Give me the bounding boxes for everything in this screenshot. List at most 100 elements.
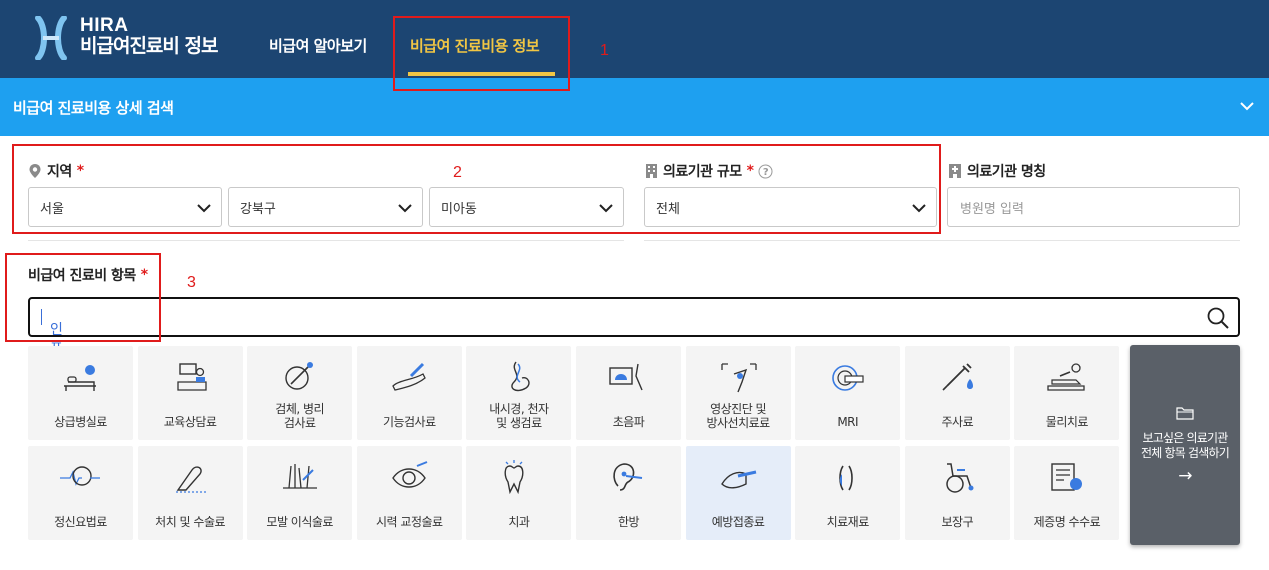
- category-label-line: 모발 이식술료: [266, 515, 333, 529]
- annotation-number-1: 1: [600, 42, 609, 59]
- certificate-icon: [1051, 463, 1083, 491]
- category-label: 처치 및 수술료: [138, 515, 243, 529]
- tooth-icon: [504, 460, 524, 494]
- category-tile[interactable]: 치과: [466, 446, 572, 540]
- ultrasound-icon: [609, 363, 643, 391]
- category-label-line: MRI: [837, 415, 859, 429]
- category-label-line: 처치 및 수술료: [155, 515, 226, 529]
- facility-name-label: 의료기관 명칭: [948, 161, 1046, 181]
- category-tile[interactable]: 예방접종료: [685, 446, 791, 540]
- category-label: 교육상담료: [138, 415, 243, 429]
- facility-name-label-text: 의료기관 명칭: [967, 164, 1046, 180]
- vaccine-icon: [720, 470, 756, 489]
- category-tile[interactable]: 상급병실료: [28, 346, 133, 440]
- category-label-line: 초음파: [612, 415, 645, 429]
- category-label: 보장구: [905, 515, 1010, 529]
- category-label-line: 검사료: [283, 416, 316, 430]
- wheelchair-icon: [946, 463, 974, 493]
- category-label: 영상진단 및 방사선치료료: [686, 402, 791, 430]
- category-label-line: 내시경, 천자: [489, 402, 549, 416]
- category-tile[interactable]: 내시경, 천자 및 생검료: [466, 346, 572, 440]
- function-test-icon: [392, 362, 426, 391]
- specimen-test-icon: [285, 362, 314, 390]
- category-label: 주사료: [905, 415, 1010, 429]
- category-tile[interactable]: MRI: [795, 346, 901, 440]
- category-label-line: 제증명 수수료: [1033, 515, 1101, 529]
- search-all-line1: 보고싶은 의료기관: [1142, 431, 1229, 445]
- facility-name-input[interactable]: 병원명 입력: [947, 187, 1240, 227]
- category-tile[interactable]: 기능검사료: [356, 346, 462, 440]
- category-tile[interactable]: 주사료: [904, 346, 1010, 440]
- category-tile[interactable]: 한방: [576, 446, 681, 540]
- hira-logo-icon[interactable]: [34, 16, 68, 60]
- category-label-line: 예방접종료: [711, 515, 765, 529]
- category-tile[interactable]: 시력 교정술료: [356, 446, 462, 540]
- category-label: 정신요법료: [28, 515, 133, 529]
- category-label: 초음파: [576, 415, 681, 429]
- category-label-line: 검체, 병리: [275, 402, 325, 416]
- nav-noncovered-info[interactable]: 비급여 알아보기: [269, 35, 367, 56]
- annotation-number-3: 3: [187, 274, 196, 291]
- category-label-line: 한방: [617, 515, 640, 529]
- category-label-line: 치료재료: [826, 515, 870, 529]
- top-header: HIRA 비급여진료비 정보 비급여 알아보기 비급여 진료비용 정보: [0, 0, 1269, 78]
- folder-icon: [1176, 407, 1194, 420]
- category-label: 시력 교정술료: [357, 515, 462, 529]
- category-label-line: 보장구: [941, 515, 974, 529]
- detail-search-bar[interactable]: 비급여 진료비용 상세 검색: [0, 78, 1269, 136]
- category-label: 치과: [466, 515, 571, 529]
- brain-therapy-icon: [60, 466, 100, 486]
- divider: [28, 240, 624, 241]
- category-tile[interactable]: 초음파: [576, 346, 681, 440]
- category-label: 한방: [576, 515, 681, 529]
- annotation-box-2: [12, 144, 941, 234]
- category-label-line: 방사선치료료: [706, 416, 770, 430]
- category-label-line: 교육상담료: [163, 415, 217, 429]
- acupuncture-ear-icon: [613, 463, 643, 491]
- category-label: 상급병실료: [28, 415, 133, 429]
- hospital-icon: [949, 164, 961, 178]
- category-label: 제증명 수수료: [1014, 515, 1119, 529]
- annotation-number-2: 2: [453, 164, 462, 181]
- search-icon[interactable]: [1206, 306, 1230, 330]
- site-logo[interactable]: HIRA 비급여진료비 정보: [80, 15, 218, 57]
- counseling-icon: [176, 363, 207, 391]
- search-all-items-button[interactable]: 보고싶은 의료기관 전체 항목 검색하기 →: [1130, 345, 1240, 545]
- logo-subtitle: 비급여진료비 정보: [80, 35, 218, 57]
- category-tile[interactable]: 정신요법료: [28, 446, 133, 540]
- item-search-input[interactable]: 인플루엔자: [28, 297, 1240, 418]
- physical-therapy-icon: [1047, 363, 1086, 391]
- mri-icon: [832, 365, 864, 391]
- category-tile[interactable]: 처치 및 수술료: [137, 446, 243, 540]
- category-label-line: 상급병실료: [54, 415, 107, 429]
- chevron-down-icon[interactable]: [1239, 98, 1255, 114]
- category-tile[interactable]: 모발 이식술료: [247, 446, 353, 540]
- category-tile[interactable]: 보장구: [904, 446, 1010, 540]
- annotation-box-3: [5, 253, 161, 342]
- category-label: 물리치료: [1014, 415, 1119, 429]
- category-label-line: 영상진단 및: [710, 402, 767, 416]
- category-label: 기능검사료: [357, 415, 462, 429]
- category-tile[interactable]: 영상진단 및 방사선치료료: [685, 346, 791, 440]
- category-label-line: 물리치료: [1045, 415, 1089, 429]
- divider: [644, 240, 1240, 241]
- search-all-line2: 전체 항목 검색하기: [1141, 446, 1230, 460]
- radiology-icon: [720, 363, 757, 393]
- category-label: 모발 이식술료: [247, 515, 352, 529]
- logo-name: HIRA: [80, 15, 129, 36]
- category-tile[interactable]: 물리치료: [1014, 346, 1120, 440]
- hair-transplant-icon: [283, 464, 318, 489]
- hospital-bed-icon: [64, 365, 96, 391]
- category-label: 치료재료: [795, 515, 900, 529]
- category-label-line: 시력 교정술료: [376, 515, 443, 529]
- category-label-line: 기능검사료: [382, 415, 436, 429]
- category-label: 검체, 병리 검사료: [247, 402, 352, 430]
- endoscope-icon: [511, 361, 531, 392]
- category-tile[interactable]: 치료재료: [795, 446, 901, 540]
- category-tile[interactable]: 제증명 수수료: [1014, 446, 1120, 540]
- category-tile[interactable]: 검체, 병리 검사료: [247, 346, 353, 440]
- eye-icon: [391, 461, 428, 488]
- search-all-label: 보고싶은 의료기관 전체 항목 검색하기 →: [1130, 431, 1240, 485]
- category-label: MRI: [795, 415, 900, 429]
- category-tile[interactable]: 교육상담료: [137, 346, 243, 440]
